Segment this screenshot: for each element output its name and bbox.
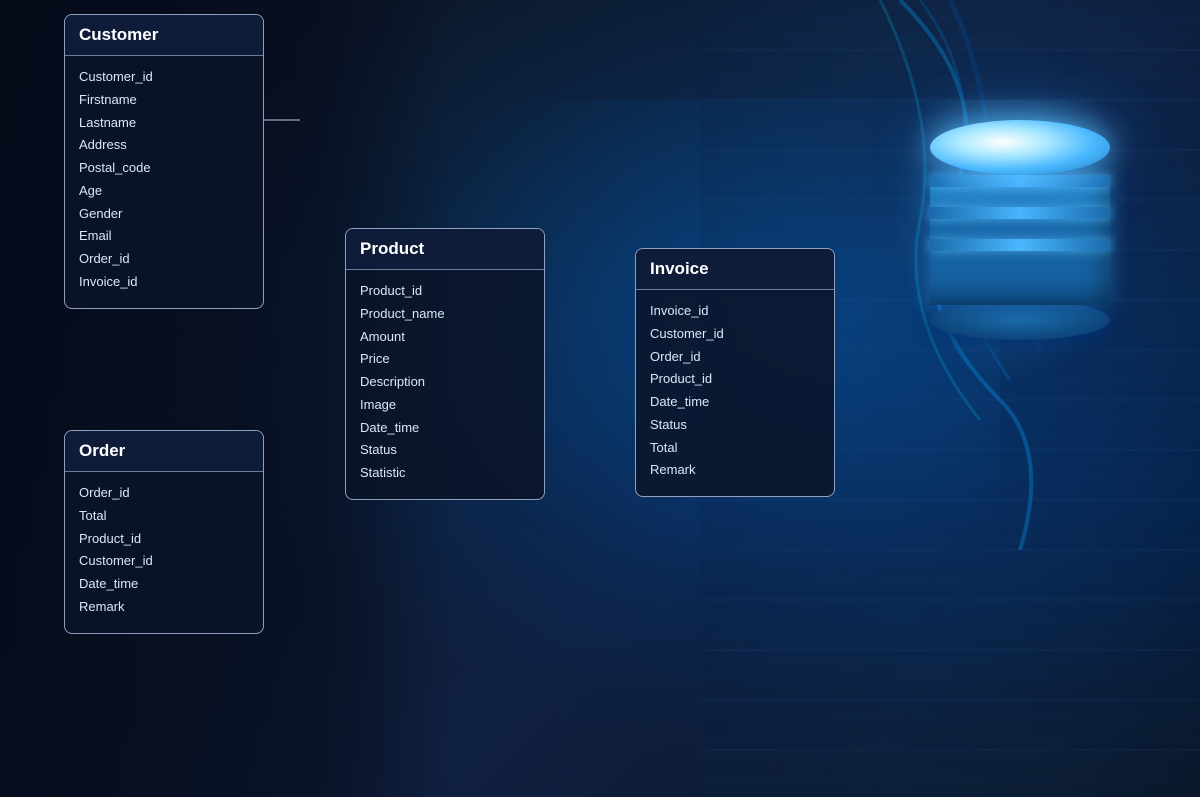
product-field-9: Statistic (360, 462, 530, 485)
product-field-2: Product_name (360, 303, 530, 326)
customer-field-9: Order_id (79, 248, 249, 271)
product-field-8: Status (360, 439, 530, 462)
order-field-2: Total (79, 505, 249, 528)
product-field-7: Date_time (360, 417, 530, 440)
customer-field-6: Age (79, 180, 249, 203)
product-table-header: Product (346, 229, 544, 270)
order-field-1: Order_id (79, 482, 249, 505)
invoice-table: Invoice Invoice_id Customer_id Order_id … (635, 248, 835, 497)
invoice-field-2: Customer_id (650, 323, 820, 346)
order-field-5: Date_time (79, 573, 249, 596)
invoice-field-4: Product_id (650, 368, 820, 391)
customer-field-5: Postal_code (79, 157, 249, 180)
customer-field-8: Email (79, 225, 249, 248)
product-field-3: Amount (360, 326, 530, 349)
order-field-3: Product_id (79, 528, 249, 551)
customer-table-header: Customer (65, 15, 263, 56)
invoice-table-header: Invoice (636, 249, 834, 290)
order-field-6: Remark (79, 596, 249, 619)
customer-table-fields: Customer_id Firstname Lastname Address P… (65, 56, 263, 308)
product-field-1: Product_id (360, 280, 530, 303)
invoice-field-8: Remark (650, 459, 820, 482)
product-table: Product Product_id Product_name Amount P… (345, 228, 545, 500)
customer-table: Customer Customer_id Firstname Lastname … (64, 14, 264, 309)
order-table-header: Order (65, 431, 263, 472)
product-field-4: Price (360, 348, 530, 371)
customer-field-4: Address (79, 134, 249, 157)
invoice-field-6: Status (650, 414, 820, 437)
customer-field-1: Customer_id (79, 66, 249, 89)
invoice-field-1: Invoice_id (650, 300, 820, 323)
invoice-field-5: Date_time (650, 391, 820, 414)
customer-field-7: Gender (79, 203, 249, 226)
invoice-field-7: Total (650, 437, 820, 460)
order-table: Order Order_id Total Product_id Customer… (64, 430, 264, 634)
customer-field-2: Firstname (79, 89, 249, 112)
order-table-fields: Order_id Total Product_id Customer_id Da… (65, 472, 263, 633)
diagram-container: Customer Customer_id Firstname Lastname … (0, 0, 1200, 797)
invoice-table-fields: Invoice_id Customer_id Order_id Product_… (636, 290, 834, 496)
product-field-5: Description (360, 371, 530, 394)
product-table-fields: Product_id Product_name Amount Price Des… (346, 270, 544, 499)
customer-field-3: Lastname (79, 112, 249, 135)
product-field-6: Image (360, 394, 530, 417)
customer-field-10: Invoice_id (79, 271, 249, 294)
order-field-4: Customer_id (79, 550, 249, 573)
invoice-field-3: Order_id (650, 346, 820, 369)
